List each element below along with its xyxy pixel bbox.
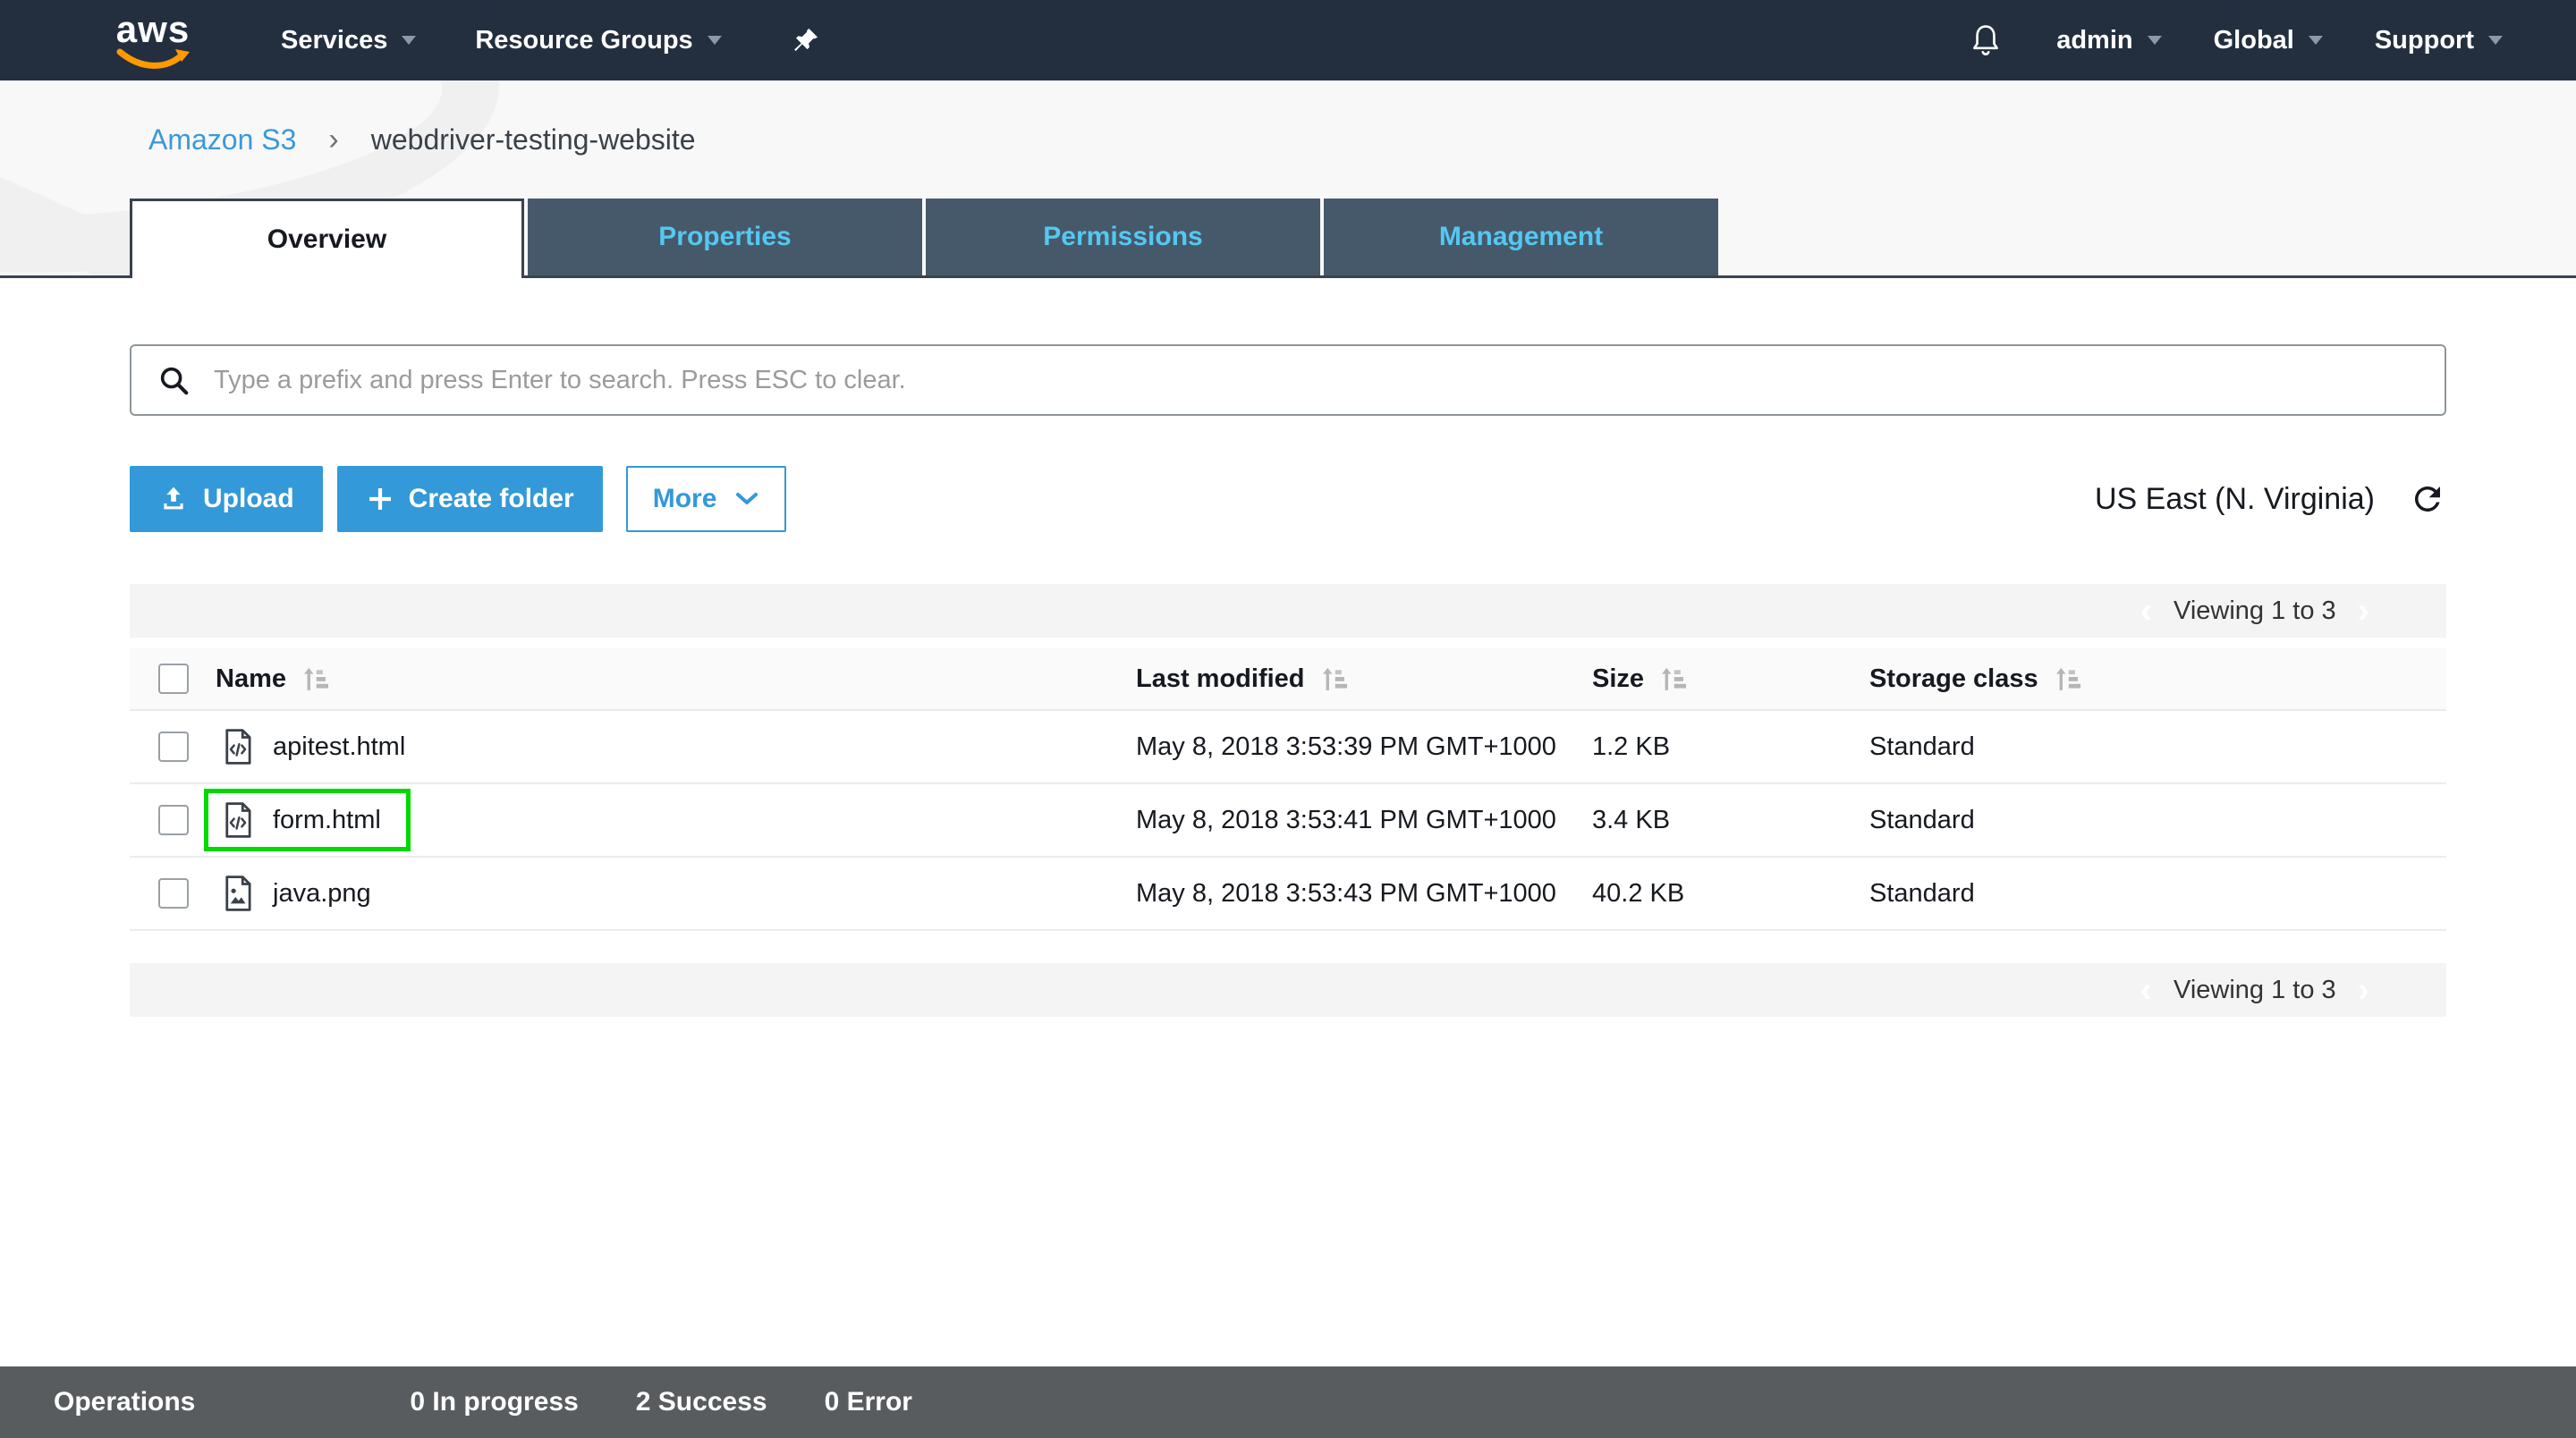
actions-toolbar: Upload Create folder More US East (N. Vi… [130,466,2446,532]
sort-icon[interactable] [2053,665,2083,693]
aws-smile-icon [114,48,191,70]
sort-icon[interactable] [1658,665,1689,693]
image-file-icon [219,873,257,914]
breadcrumb-current-bucket: webdriver-testing-website [371,123,696,156]
chevron-down-icon [2148,36,2162,45]
column-header-storage-class: Storage class [1869,664,2038,694]
prefix-search [130,344,2446,416]
operations-status-bar: Operations 0 In progress 2 Success 0 Err… [0,1366,2576,1438]
prev-page-arrow[interactable]: ‹ [2140,593,2152,629]
in-progress-count: 0 In progress [410,1387,578,1417]
plus-icon [366,485,394,513]
storage-class-cell: Standard [1869,879,2446,909]
tabs-strip: Overview Properties Permissions Manageme… [0,199,2576,278]
object-link[interactable]: java.png [273,879,371,909]
upper-band: Amazon S3 › webdriver-testing-website Ov… [0,80,2576,278]
column-header-size: Size [1592,664,1644,694]
tab-management[interactable]: Management [1324,199,1718,275]
tab-permissions[interactable]: Permissions [926,199,1320,275]
pagination-bar-bottom: ‹ Viewing 1 to 3 › [130,963,2446,1017]
last-modified-cell: May 8, 2018 3:53:41 PM GMT+1000 [1136,806,1592,835]
upload-button[interactable]: Upload [130,466,323,532]
next-page-arrow[interactable]: › [2358,972,2369,1008]
chevron-down-icon [2309,36,2323,45]
sort-icon[interactable] [1319,665,1350,693]
top-nav-right: admin Global Support [1967,21,2576,59]
column-header-last-modified: Last modified [1136,664,1305,694]
breadcrumb: Amazon S3 › webdriver-testing-website [0,80,2576,199]
row-checkbox[interactable] [158,732,189,762]
top-navigation: aws Services Resource Groups admin Globa… [0,0,2576,80]
last-modified-cell: May 8, 2018 3:53:39 PM GMT+1000 [1136,732,1592,762]
refresh-button[interactable] [2409,480,2446,518]
chevron-down-icon [734,491,759,507]
storage-class-cell: Standard [1869,732,2446,762]
aws-logo[interactable]: aws [114,11,191,70]
pagination-bar-top: ‹ Viewing 1 to 3 › [130,584,2446,638]
column-header-name: Name [216,664,286,694]
breadcrumb-separator: › [328,123,338,157]
breadcrumb-amazon-s3-link[interactable]: Amazon S3 [148,123,296,156]
next-page-arrow[interactable]: › [2358,593,2369,629]
refresh-icon [2409,480,2446,518]
highlight-box: form.html [204,789,411,851]
chevron-down-icon [402,36,416,45]
user-menu[interactable]: admin [2056,26,2161,55]
pin-icon[interactable] [792,26,820,55]
table-row: form.html May 8, 2018 3:53:41 PM GMT+100… [130,784,2446,858]
row-checkbox[interactable] [158,805,189,835]
viewing-range-label: Viewing 1 to 3 [2174,976,2336,1005]
resource-groups-menu[interactable]: Resource Groups [475,26,721,55]
aws-logo-text: aws [116,11,190,48]
sort-icon[interactable] [301,665,331,693]
select-all-checkbox[interactable] [158,664,189,694]
storage-class-cell: Standard [1869,806,2446,835]
region-indicator: US East (N. Virginia) [2095,480,2446,518]
row-checkbox[interactable] [158,878,189,909]
search-input[interactable] [191,366,2445,395]
support-menu[interactable]: Support [2375,26,2503,55]
success-count: 2 Success [636,1387,767,1417]
code-file-icon [219,799,257,841]
size-cell: 3.4 KB [1592,806,1869,835]
error-count: 0 Error [825,1387,912,1417]
create-folder-button[interactable]: Create folder [337,466,603,532]
size-cell: 1.2 KB [1592,732,1869,762]
notifications-bell-icon[interactable] [1967,21,2004,59]
object-link[interactable]: form.html [273,806,381,835]
table-row: apitest.html May 8, 2018 3:53:39 PM GMT+… [130,711,2446,784]
tab-properties[interactable]: Properties [528,199,922,275]
search-icon [157,363,191,397]
services-menu[interactable]: Services [281,26,416,55]
overview-panel: Upload Create folder More US East (N. Vi… [0,278,2576,1289]
last-modified-cell: May 8, 2018 3:53:43 PM GMT+1000 [1136,879,1592,909]
prev-page-arrow[interactable]: ‹ [2140,972,2152,1008]
tab-overview[interactable]: Overview [130,199,524,278]
code-file-icon [219,726,257,767]
size-cell: 40.2 KB [1592,879,1869,909]
upload-icon [158,484,189,514]
viewing-range-label: Viewing 1 to 3 [2174,596,2336,626]
chevron-down-icon [708,36,722,45]
object-link[interactable]: apitest.html [273,732,405,762]
chevron-down-icon [2488,36,2503,45]
table-header-row: Name Last modified [130,648,2446,711]
table-row: java.png May 8, 2018 3:53:43 PM GMT+1000… [130,858,2446,931]
more-button[interactable]: More [626,466,787,532]
region-label: US East (N. Virginia) [2095,482,2375,517]
objects-table: Name Last modified [130,648,2446,931]
operations-label[interactable]: Operations [54,1387,195,1417]
region-menu[interactable]: Global [2214,26,2323,55]
